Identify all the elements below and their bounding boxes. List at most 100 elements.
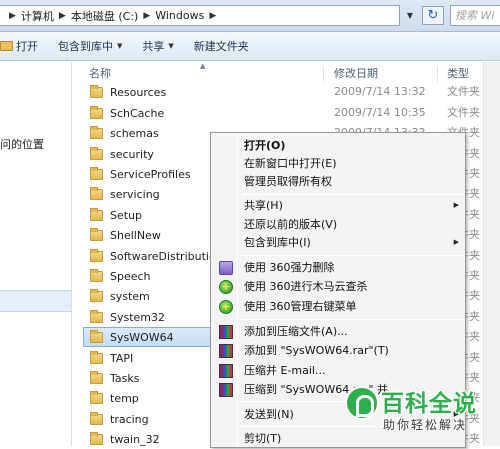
winrar-icon bbox=[219, 383, 233, 397]
navigation-pane[interactable]: 问的位置 bbox=[0, 62, 72, 446]
menu-item-360-shred[interactable]: 使用 360强力删除 bbox=[213, 258, 463, 277]
folder-icon bbox=[90, 125, 103, 139]
list-item-name-cell[interactable]: Resources bbox=[83, 82, 215, 102]
search-input[interactable]: 搜索 Wi bbox=[450, 5, 500, 26]
breadcrumb-windows[interactable]: Windows bbox=[155, 9, 204, 22]
file-type: 文件夹 bbox=[447, 85, 480, 98]
command-bar: 打开 包含到库中 ▼ 共享 ▼ 新建文件夹 bbox=[0, 32, 500, 61]
menu-item-label: 管理员取得所有权 bbox=[244, 175, 332, 188]
address-bar-area: ▶ 计算机 ▶ 本地磁盘 (C:) ▶ Windows ▶ ▼ ↻ 搜索 Wi bbox=[0, 0, 500, 32]
list-item-name-cell[interactable]: servicing bbox=[83, 184, 215, 204]
menu-item-take-ownership[interactable]: 管理员取得所有权 bbox=[213, 172, 463, 191]
breadcrumb-arrow-icon[interactable]: ▶ bbox=[9, 11, 16, 21]
list-item-name-cell[interactable]: ServiceProfiles bbox=[83, 164, 215, 184]
file-name: Tasks bbox=[110, 371, 140, 385]
menu-item-add-archive[interactable]: 添加到压缩文件(A)... bbox=[213, 322, 463, 341]
menu-item-share[interactable]: 共享(H) ▶ bbox=[213, 196, 463, 215]
list-item[interactable]: Resources 2009/7/14 13:32 文件夹 bbox=[83, 82, 500, 102]
watermark: 百科全说 助你轻松解决 bbox=[345, 378, 500, 446]
menu-item-360-scan[interactable]: + 使用 360进行木马云查杀 bbox=[213, 277, 463, 296]
column-header-name[interactable]: 名称 bbox=[89, 64, 111, 84]
file-name: servicing bbox=[110, 187, 160, 201]
breadcrumb-local-disk[interactable]: 本地磁盘 (C:) bbox=[71, 8, 138, 24]
breadcrumb-arrow-icon[interactable]: ▶ bbox=[143, 11, 150, 21]
column-divider[interactable] bbox=[323, 66, 324, 82]
list-item-name-cell[interactable]: SchCache bbox=[83, 103, 215, 123]
folder-icon bbox=[90, 84, 103, 98]
share-button[interactable]: 共享 ▼ bbox=[132, 32, 183, 60]
breadcrumb-computer[interactable]: 计算机 bbox=[21, 8, 54, 24]
folder-icon bbox=[90, 431, 103, 445]
file-name: SoftwareDistributio bbox=[110, 249, 214, 263]
menu-item-add-to-rar[interactable]: 添加到 "SysWOW64.rar"(T) bbox=[213, 341, 463, 360]
new-folder-label: 新建文件夹 bbox=[193, 40, 249, 53]
menu-item-open-new-window[interactable]: 在新窗口中打开(E) bbox=[213, 154, 463, 173]
folder-icon bbox=[90, 227, 103, 241]
menu-item-restore-previous[interactable]: 还原以前的版本(V) bbox=[213, 215, 463, 234]
list-item-name-cell[interactable]: Tasks bbox=[83, 368, 215, 388]
file-type: 文件夹 bbox=[447, 106, 480, 119]
watermark-title: 百科全说 bbox=[381, 391, 477, 417]
list-item-name-cell[interactable]: tracing bbox=[83, 409, 215, 429]
menu-item-label: 添加到 "SysWOW64.rar"(T) bbox=[244, 344, 389, 357]
menu-separator bbox=[241, 319, 463, 320]
file-name: tracing bbox=[110, 412, 149, 426]
menu-item-open[interactable]: 打开(O) bbox=[213, 136, 463, 155]
column-divider[interactable] bbox=[437, 66, 438, 82]
file-name: ServiceProfiles bbox=[110, 167, 191, 181]
watermark-subtitle: 助你轻松解决 bbox=[383, 418, 468, 432]
menu-item-label: 打开(O) bbox=[244, 139, 286, 152]
column-header-type[interactable]: 类型 bbox=[447, 64, 469, 84]
file-date: 2009/7/14 10:35 bbox=[334, 106, 426, 119]
list-item-name-cell[interactable]: Setup bbox=[83, 205, 215, 225]
file-name: schemas bbox=[110, 126, 159, 140]
folder-icon bbox=[90, 207, 103, 221]
shredder-icon bbox=[219, 261, 233, 275]
breadcrumb-arrow-icon[interactable]: ▶ bbox=[59, 11, 66, 21]
menu-separator bbox=[241, 255, 463, 256]
share-label: 共享 bbox=[142, 40, 165, 53]
folder-icon bbox=[90, 411, 103, 425]
address-history-dropdown[interactable]: ▼ bbox=[404, 6, 416, 25]
file-name: twain_32 bbox=[110, 432, 160, 446]
nav-item-recent-places[interactable]: 问的位置 bbox=[0, 136, 44, 152]
list-item-name-cell[interactable]: Speech bbox=[83, 266, 215, 286]
folder-icon bbox=[90, 350, 103, 364]
list-item-name-cell[interactable]: schemas bbox=[83, 123, 215, 143]
list-item-name-cell[interactable]: twain_32 bbox=[83, 429, 215, 449]
file-name: system bbox=[110, 289, 150, 303]
nav-item-selected[interactable] bbox=[0, 290, 71, 312]
list-item[interactable]: SchCache 2009/7/14 10:35 文件夹 bbox=[83, 103, 500, 123]
winrar-icon bbox=[219, 344, 233, 358]
list-item-name-cell[interactable]: system bbox=[83, 286, 215, 306]
folder-icon bbox=[90, 309, 103, 323]
menu-item-360-manage[interactable]: + 使用 360管理右键菜单 bbox=[213, 297, 463, 316]
winrar-icon bbox=[219, 325, 233, 339]
include-in-library-button[interactable]: 包含到库中 ▼ bbox=[48, 32, 132, 60]
open-button[interactable]: 打开 bbox=[0, 32, 48, 60]
menu-item-label: 还原以前的版本(V) bbox=[244, 218, 338, 231]
list-item-name-cell[interactable]: SysWOW64 bbox=[83, 327, 215, 347]
list-item-name-cell[interactable]: ShellNew bbox=[83, 225, 215, 245]
folder-icon bbox=[90, 186, 103, 200]
folder-icon bbox=[90, 370, 103, 384]
menu-item-label: 包含到库中(I) bbox=[244, 236, 311, 249]
new-folder-button[interactable]: 新建文件夹 bbox=[184, 32, 259, 60]
winrar-icon bbox=[219, 364, 233, 378]
column-header-date[interactable]: 修改日期 bbox=[334, 64, 378, 84]
list-item-name-cell[interactable]: security bbox=[83, 144, 215, 164]
refresh-button[interactable]: ↻ bbox=[422, 6, 444, 25]
list-item-name-cell[interactable]: System32 bbox=[83, 307, 215, 327]
address-bar[interactable]: ▶ 计算机 ▶ 本地磁盘 (C:) ▶ Windows ▶ bbox=[0, 5, 400, 26]
menu-item-label: 添加到压缩文件(A)... bbox=[244, 325, 348, 338]
breadcrumb-arrow-icon[interactable]: ▶ bbox=[209, 11, 216, 21]
menu-separator bbox=[241, 194, 463, 195]
refresh-icon: ↻ bbox=[427, 8, 439, 23]
menu-item-include-library[interactable]: 包含到库中(I) ▶ bbox=[213, 233, 463, 252]
file-date: 2009/7/14 13:32 bbox=[334, 85, 426, 98]
list-item-name-cell[interactable]: temp bbox=[83, 388, 215, 408]
file-name: SchCache bbox=[110, 106, 165, 120]
file-name: Resources bbox=[110, 85, 167, 99]
list-item-name-cell[interactable]: SoftwareDistributio bbox=[83, 246, 215, 266]
list-item-name-cell[interactable]: TAPI bbox=[83, 348, 215, 368]
